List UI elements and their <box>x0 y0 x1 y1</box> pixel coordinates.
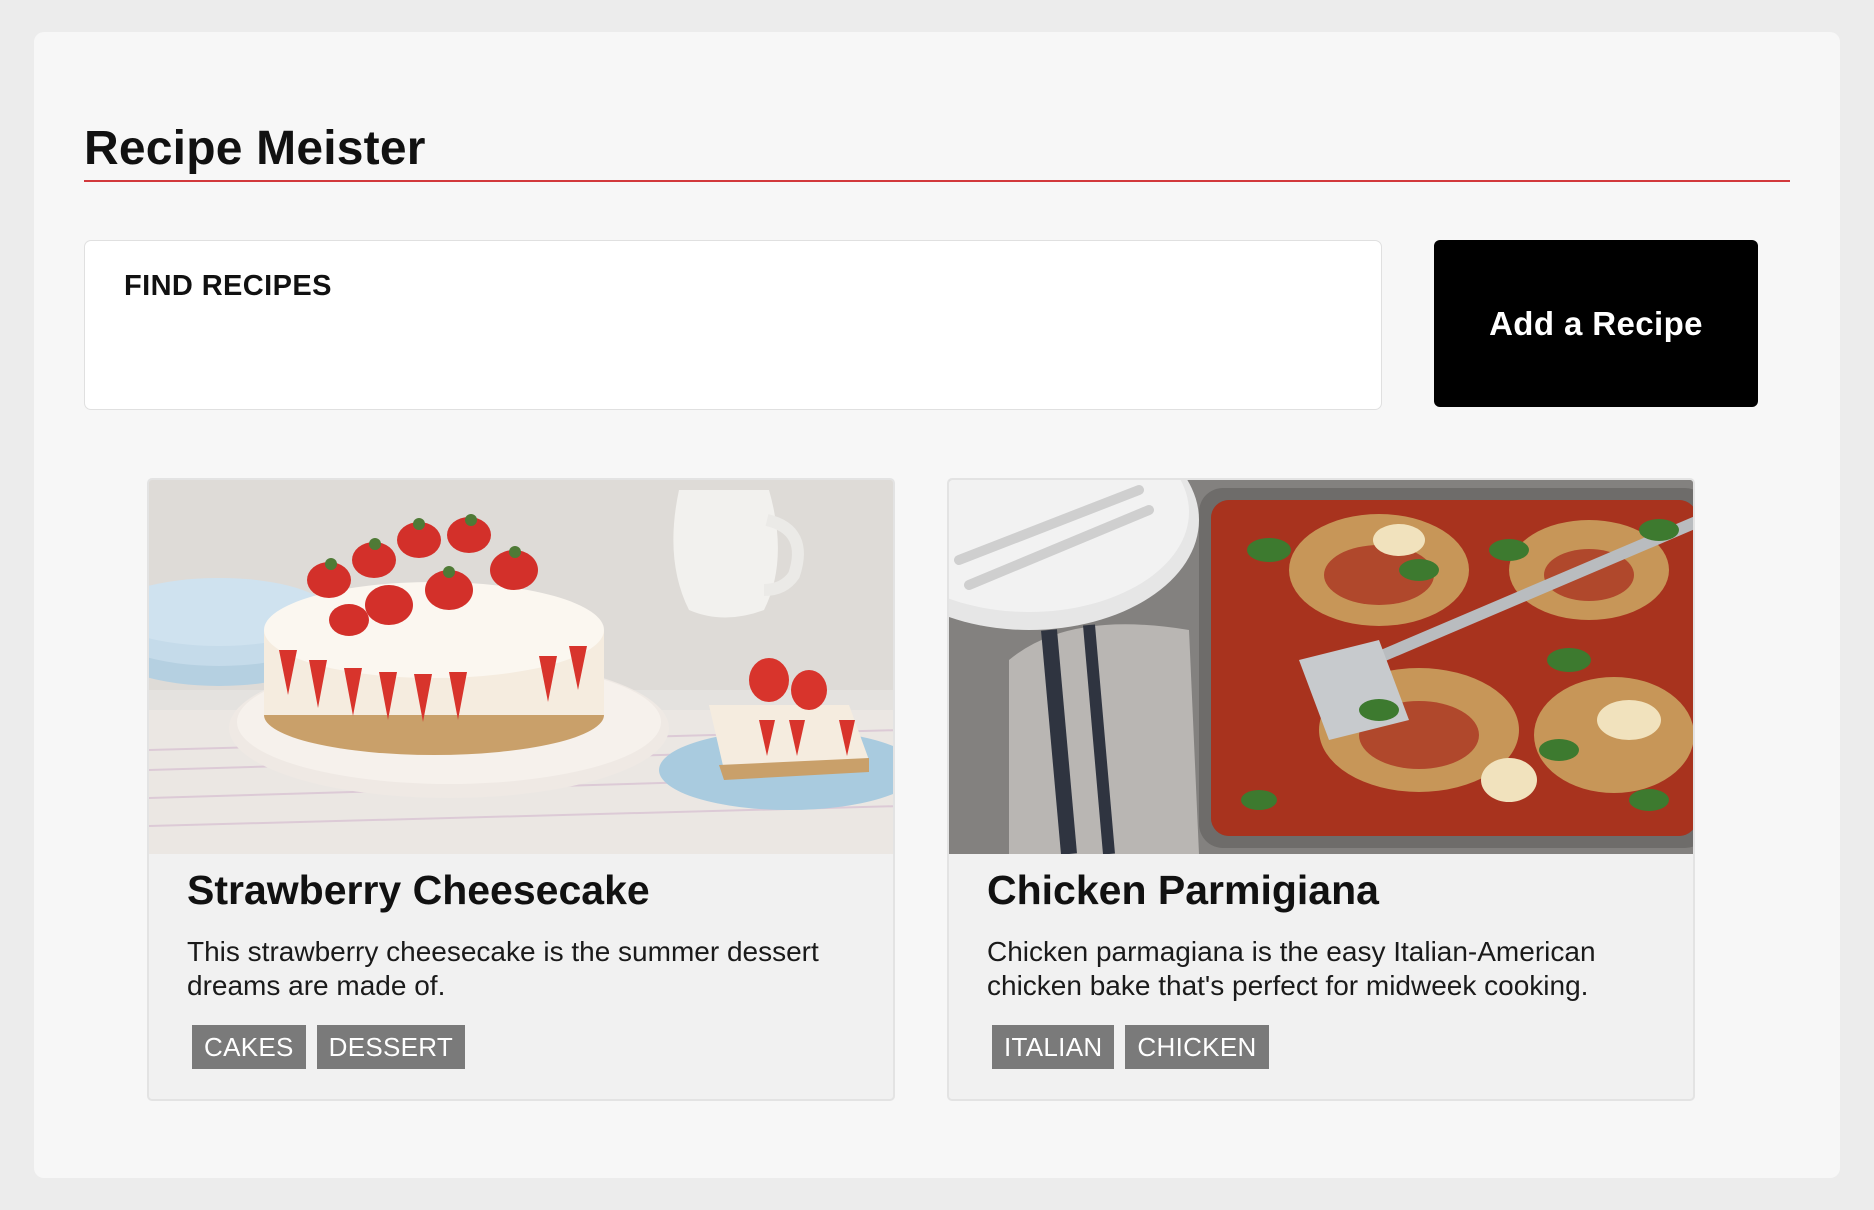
recipe-tags: ITALIAN CHICKEN <box>992 1025 1269 1069</box>
strawberry-cheesecake-image <box>149 480 893 854</box>
search-label: FIND RECIPES <box>124 270 332 302</box>
tag-dessert[interactable]: DESSERT <box>316 1025 466 1069</box>
search-input[interactable] <box>123 323 1347 381</box>
recipe-title: Chicken Parmigiana <box>987 867 1379 913</box>
title-divider <box>84 180 1790 182</box>
recipe-tags: CAKES DESSERT <box>192 1025 466 1069</box>
main-panel: Recipe Meister FIND RECIPES Add a Recipe <box>34 32 1840 1178</box>
tag-italian[interactable]: ITALIAN <box>992 1025 1115 1069</box>
tag-cakes[interactable]: CAKES <box>192 1025 306 1069</box>
chicken-parmigiana-image <box>949 480 1693 854</box>
search-panel[interactable]: FIND RECIPES <box>84 240 1382 410</box>
recipe-description: Chicken parmagiana is the easy Italian-A… <box>987 936 1596 1001</box>
recipe-description: This strawberry cheesecake is the summer… <box>187 936 819 1001</box>
tag-chicken[interactable]: CHICKEN <box>1125 1025 1269 1069</box>
recipe-title: Strawberry Cheesecake <box>187 867 650 913</box>
recipe-card[interactable]: Chicken Parmigiana Chicken parmagiana is… <box>947 478 1695 1101</box>
page-title: Recipe Meister <box>84 122 426 175</box>
add-recipe-button[interactable]: Add a Recipe <box>1434 240 1758 407</box>
recipe-card[interactable]: Strawberry Cheesecake This strawberry ch… <box>147 478 895 1101</box>
